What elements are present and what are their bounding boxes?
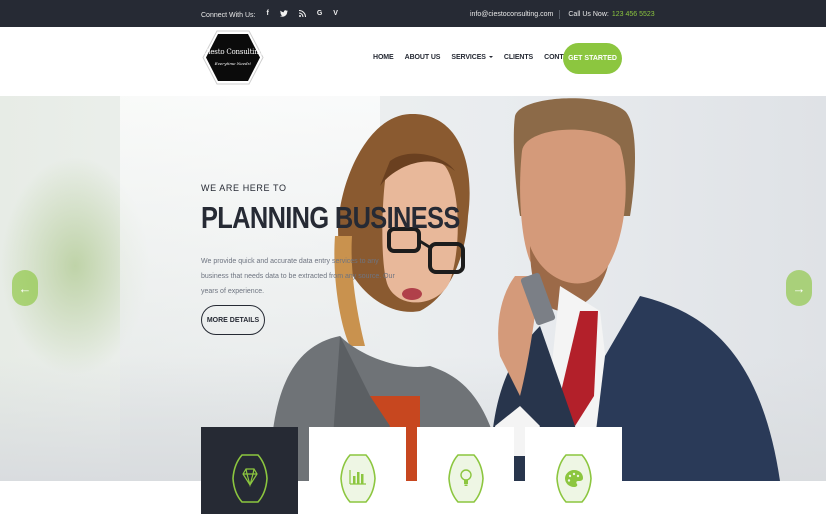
rss-icon[interactable] <box>298 9 306 20</box>
lightbulb-icon <box>448 452 484 505</box>
get-started-button[interactable]: GET STARTED <box>563 43 622 74</box>
top-bar: Connect With Us: f G V info@ciestoconsul… <box>0 0 826 27</box>
nav-clients[interactable]: CLIENTS <box>504 54 533 61</box>
nav-home[interactable]: HOME <box>373 54 394 61</box>
nav-about-us[interactable]: ABOUT US <box>405 54 441 61</box>
hero-slider: WE ARE HERE TO PLANNING BUSINESS We prov… <box>0 96 826 481</box>
feature-card-2[interactable] <box>309 427 406 514</box>
twitter-icon[interactable] <box>279 10 288 20</box>
social-links: f G V <box>266 9 338 20</box>
prev-slide-arrow-icon[interactable]: ← <box>12 270 38 306</box>
hero-subheading: WE ARE HERE TO <box>201 183 287 193</box>
google-icon[interactable]: G <box>317 10 322 20</box>
nav-services-label: SERVICES <box>451 54 486 61</box>
feature-card-3[interactable] <box>417 427 514 514</box>
connect-with-us: Connect With Us: f G V <box>201 9 338 20</box>
hero-headline: PLANNING BUSINESS <box>201 200 460 235</box>
contact-info: info@ciestoconsulting.com Call Us Now: 1… <box>470 10 655 19</box>
facebook-icon[interactable]: f <box>266 10 268 20</box>
next-slide-arrow-icon[interactable]: → <box>786 270 812 306</box>
email-link[interactable]: info@ciestoconsulting.com <box>470 11 553 18</box>
feature-card-1[interactable] <box>201 427 298 514</box>
divider <box>559 10 561 19</box>
logo-tagline: Everytime Needs! <box>214 61 252 66</box>
main-nav: HOME ABOUT US SERVICES CLIENTS CONTACT U… <box>373 54 591 61</box>
feature-card-4[interactable] <box>525 427 622 514</box>
palette-icon <box>556 452 592 505</box>
hero-description: We provide quick and accurate data entry… <box>201 258 395 295</box>
phone-number[interactable]: 123 456 5523 <box>612 11 655 18</box>
logo[interactable]: Ciesto Consulting Everytime Needs! <box>202 30 264 85</box>
bar-chart-icon <box>340 452 376 505</box>
nav-services[interactable]: SERVICES <box>451 54 493 61</box>
more-details-button[interactable]: MORE DETAILS <box>201 305 265 335</box>
call-label: Call Us Now: <box>568 11 609 18</box>
connect-label: Connect With Us: <box>201 11 256 19</box>
logo-name: Ciesto Consulting <box>203 48 263 56</box>
hero-photo <box>270 98 780 481</box>
site-header: Ciesto Consulting Everytime Needs! HOME … <box>0 27 826 96</box>
vimeo-icon[interactable]: V <box>333 10 338 20</box>
diamond-icon <box>232 452 268 505</box>
chevron-down-icon <box>488 56 493 59</box>
